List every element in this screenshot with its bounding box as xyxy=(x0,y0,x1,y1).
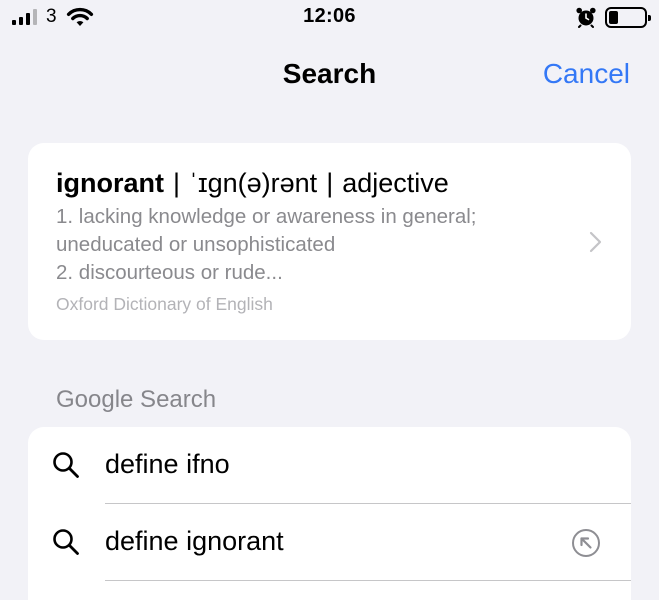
dictionary-pronunciation: ˈɪɡn(ə)rənt xyxy=(189,168,318,198)
dictionary-result-card[interactable]: ignorant | ˈɪɡn(ə)rənt | adjective 1. lackin… xyxy=(28,143,631,340)
list-item[interactable]: define ifno xyxy=(28,427,631,504)
google-search-list: define ifno define ignorant xyxy=(28,427,631,600)
dictionary-source: Oxford Dictionary of English xyxy=(56,294,273,314)
chevron-right-icon xyxy=(589,231,602,253)
fill-arrow-icon[interactable] xyxy=(571,528,601,558)
divider xyxy=(105,580,631,581)
suggestion-label: define ignorant xyxy=(105,526,284,556)
dictionary-definition: 1. lacking knowledge or awareness in gen… xyxy=(56,203,576,287)
battery-icon xyxy=(605,6,651,28)
alarm-icon xyxy=(576,7,596,28)
google-search-header: Google Search xyxy=(56,386,217,413)
dictionary-part-of-speech: adjective xyxy=(342,168,449,198)
status-right xyxy=(575,6,651,28)
separator: | xyxy=(326,168,334,198)
status-bar: 3 12:06 xyxy=(0,0,659,36)
separator: | xyxy=(173,168,181,198)
dictionary-headline: ignorant | ˈɪɡn(ə)rənt | adjective xyxy=(56,168,449,199)
search-icon xyxy=(53,529,79,555)
search-icon xyxy=(53,452,79,478)
dictionary-word: ignorant xyxy=(56,168,164,198)
status-time: 12:06 xyxy=(303,5,356,27)
cancel-button[interactable]: Cancel xyxy=(543,58,630,90)
definition-line: 1. lacking knowledge or awareness in gen… xyxy=(56,205,477,228)
suggestion-label: define ifno xyxy=(105,449,230,479)
list-item[interactable]: define ignorant xyxy=(28,504,631,581)
definition-line: 2. discourteous or rude... xyxy=(56,261,283,284)
definition-line: uneducated or unsophisticated xyxy=(56,233,336,256)
